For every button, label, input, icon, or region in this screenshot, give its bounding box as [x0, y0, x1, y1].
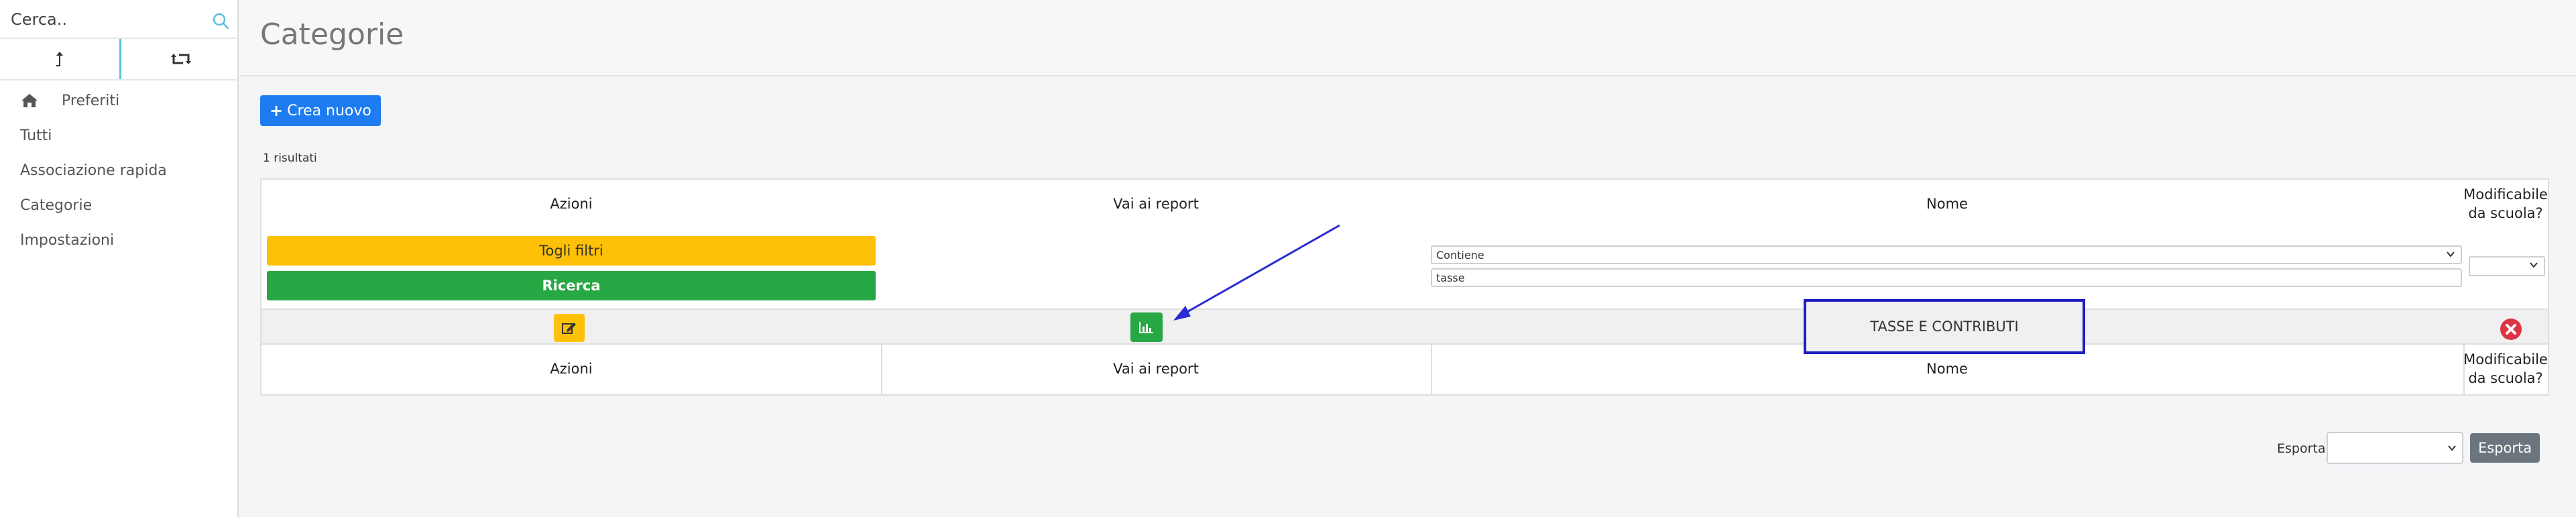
- column-header-modificabile-line2: da scuola?: [2468, 205, 2543, 221]
- main-content: Categorie + Crea nuovo 1 risultati Azion…: [240, 0, 2576, 517]
- footer-header-modificabile-line1: Modificabile: [2463, 351, 2548, 367]
- sidebar-item-tutti[interactable]: Tutti: [0, 118, 239, 153]
- annotation-arrow: [1173, 224, 1340, 321]
- column-header-modificabile[interactable]: Modificabile da scuola?: [2463, 185, 2548, 223]
- column-header-nome[interactable]: Nome: [1431, 196, 2463, 212]
- modificabile-filter-select[interactable]: [2469, 256, 2545, 276]
- page-header: Categorie: [240, 0, 2576, 76]
- sidebar-item-categorie[interactable]: Categorie: [0, 188, 239, 223]
- chevron-down-icon: [2447, 251, 2455, 257]
- footer-header-nome: Nome: [1926, 361, 1968, 377]
- table-row: [261, 308, 2548, 345]
- delete-icon[interactable]: [2500, 318, 2522, 341]
- footer-header-azioni: Azioni: [550, 361, 593, 377]
- name-match-value: Contiene: [1436, 248, 1484, 262]
- column-header-report[interactable]: Vai ai report: [881, 196, 1431, 212]
- edit-button[interactable]: [554, 314, 585, 342]
- export-label: Esporta: [2277, 441, 2326, 456]
- level-up-button[interactable]: [0, 39, 121, 79]
- page-title: Categorie: [260, 17, 404, 52]
- plus-icon: +: [270, 101, 284, 120]
- search-box: [0, 0, 239, 38]
- search-button[interactable]: Ricerca: [267, 271, 876, 300]
- sidebar: Preferiti Tutti Associazione rapida Cate…: [0, 0, 239, 517]
- sidebar-menu: Preferiti Tutti Associazione rapida Cate…: [0, 83, 239, 257]
- export-button[interactable]: Esporta: [2470, 433, 2540, 463]
- name-filter-input[interactable]: [1431, 268, 2462, 287]
- footer-header-report: Vai ai report: [1113, 361, 1199, 377]
- footer-header-modificabile-line2: da scuola?: [2468, 370, 2543, 386]
- sidebar-item-impostazioni[interactable]: Impostazioni: [0, 223, 239, 257]
- create-new-button[interactable]: + Crea nuovo: [260, 95, 381, 126]
- sidebar-item-associazione-rapida[interactable]: Associazione rapida: [0, 153, 239, 188]
- export-format-select[interactable]: [2327, 432, 2463, 464]
- sidebar-item-preferiti[interactable]: Preferiti: [0, 83, 239, 118]
- home-icon: [21, 94, 38, 107]
- category-name-cell: TASSE E CONTRIBUTI: [1804, 299, 2085, 354]
- results-count: 1 risultati: [263, 152, 317, 165]
- footer-header-modificabile: Modificabile da scuola?: [2463, 350, 2548, 388]
- create-new-label: Crea nuovo: [287, 102, 371, 119]
- chevron-down-icon: [2530, 262, 2538, 268]
- clear-filters-button[interactable]: Togli filtri: [267, 236, 876, 266]
- sidebar-toggle-row: [0, 38, 239, 80]
- name-match-select[interactable]: Contiene: [1431, 245, 2462, 264]
- chevron-down-icon: [2448, 445, 2456, 451]
- report-button[interactable]: [1130, 312, 1163, 342]
- level-up-icon: [56, 52, 63, 66]
- edit-icon: [562, 323, 576, 334]
- column-header-modificabile-line1: Modificabile: [2463, 186, 2548, 203]
- sidebar-item-label: Impostazioni: [20, 231, 115, 249]
- bar-chart-icon: [1139, 322, 1153, 333]
- search-icon[interactable]: [212, 12, 229, 30]
- sidebar-item-label: Preferiti: [62, 92, 120, 109]
- search-input[interactable]: [9, 7, 207, 32]
- column-header-azioni[interactable]: Azioni: [261, 196, 881, 212]
- sidebar-item-label: Categorie: [20, 196, 93, 214]
- retweet-button[interactable]: [121, 39, 241, 79]
- retweet-icon: [171, 54, 191, 64]
- sidebar-item-label: Associazione rapida: [20, 162, 167, 179]
- data-table: Azioni Vai ai report Nome Modificabile d…: [260, 178, 2549, 396]
- sidebar-item-label: Tutti: [20, 127, 52, 144]
